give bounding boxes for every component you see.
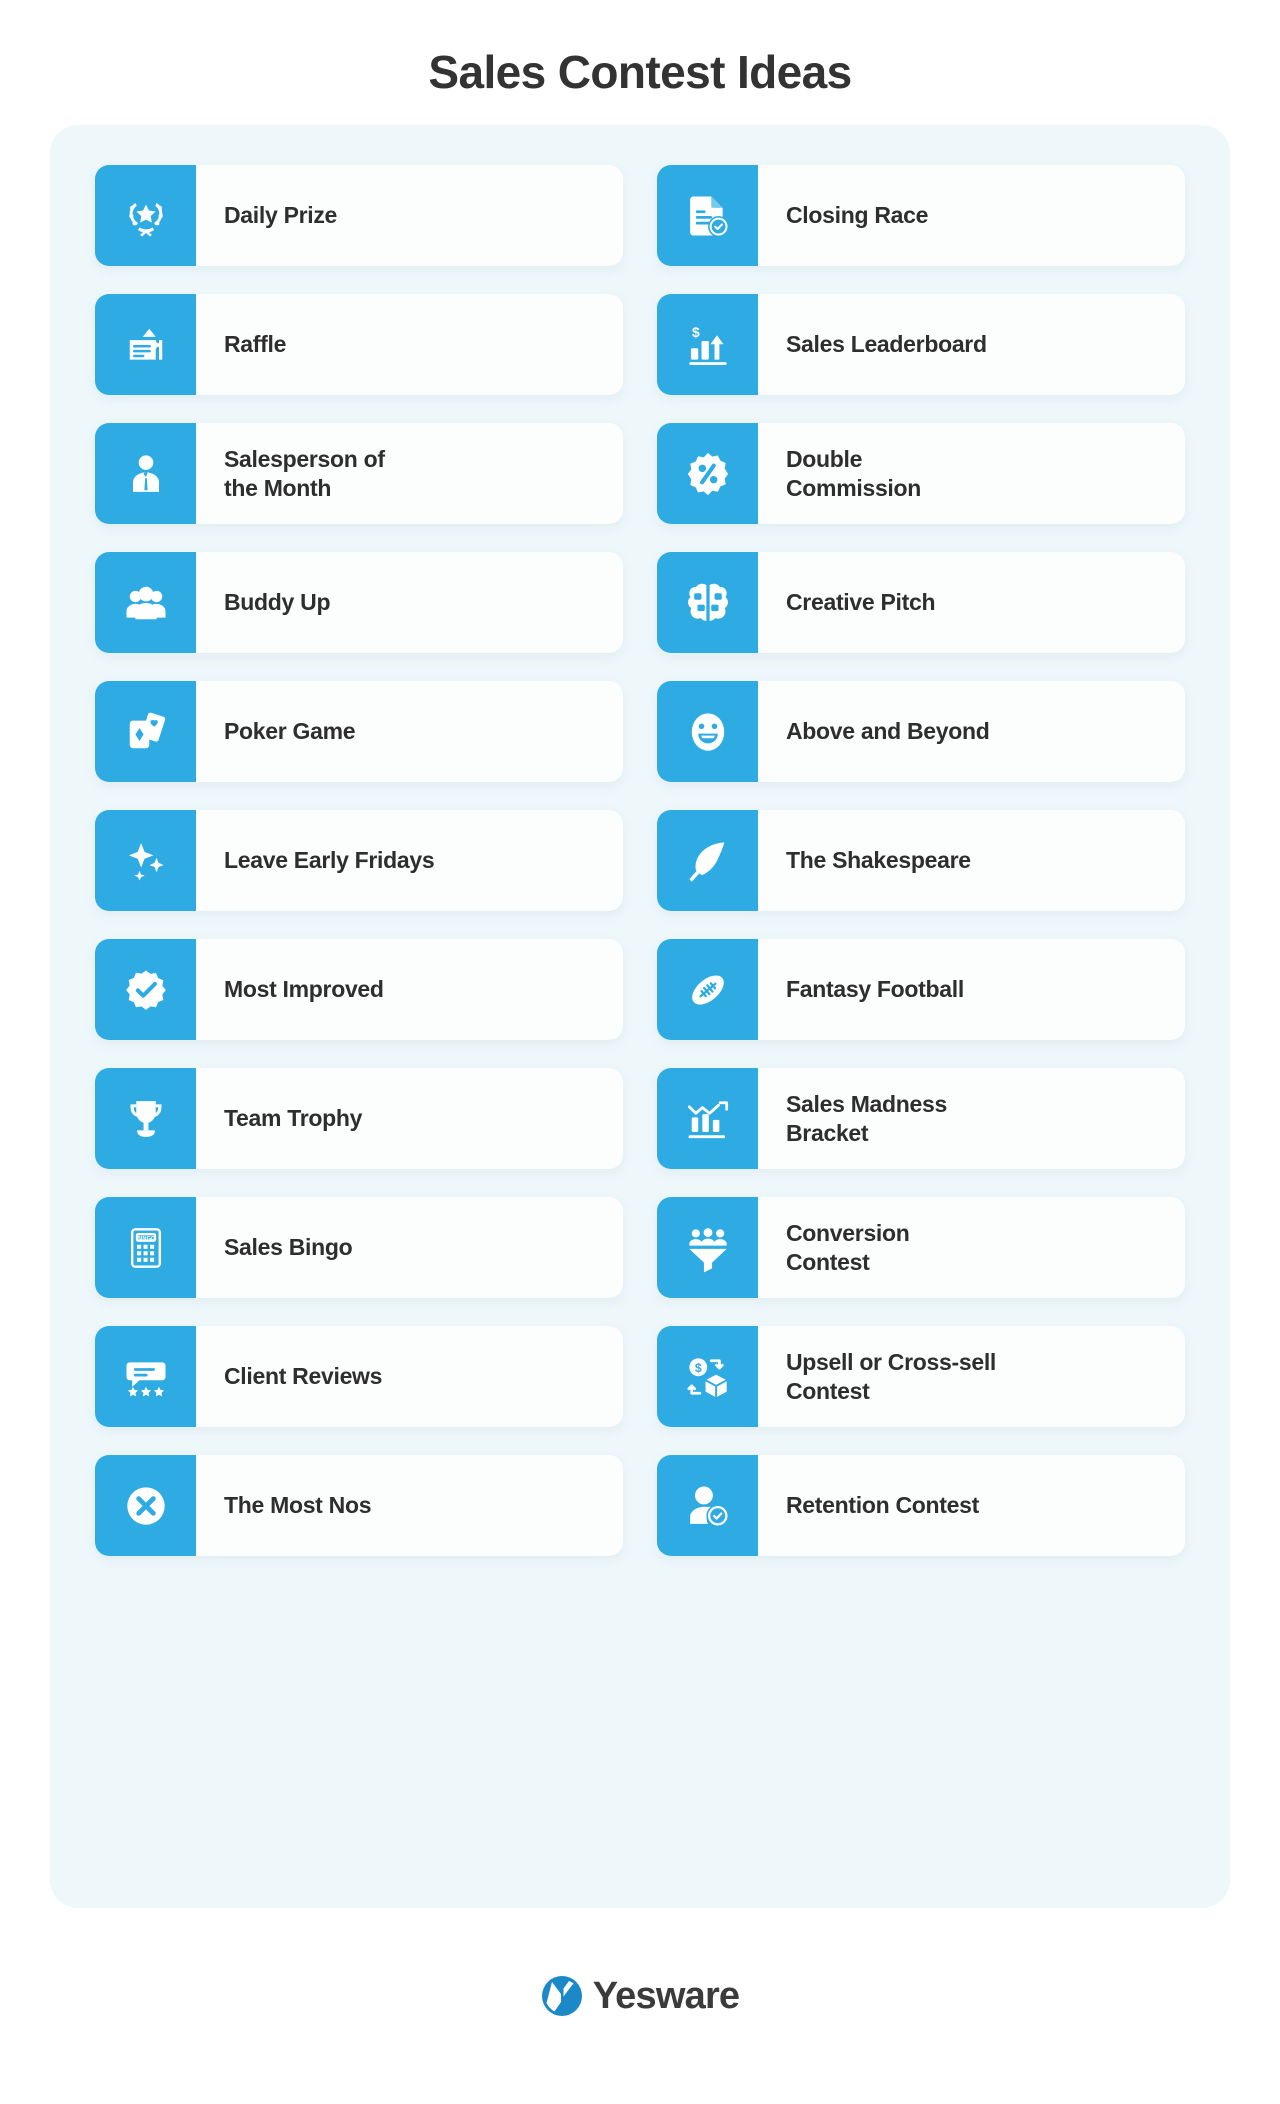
contest-card[interactable]: Client Reviews: [95, 1326, 623, 1427]
trophy-icon: [95, 1068, 196, 1169]
contest-card[interactable]: The Most Nos: [95, 1455, 623, 1556]
contest-card[interactable]: Buddy Up: [95, 552, 623, 653]
contest-card-label: Client Reviews: [224, 1363, 383, 1390]
footer-brand: Yesware: [0, 1975, 1280, 2017]
contest-card[interactable]: Retention Contest: [657, 1455, 1185, 1556]
contest-card[interactable]: $ Upsell or Cross-sell Contest: [657, 1326, 1185, 1427]
yesware-logo-icon: [541, 1975, 583, 2017]
brain-puzzle-icon: [657, 552, 758, 653]
football-icon: [657, 939, 758, 1040]
playing-cards-icon: [95, 681, 196, 782]
contest-card[interactable]: Fantasy Football: [657, 939, 1185, 1040]
contest-card-label: Leave Early Fridays: [224, 847, 435, 874]
businessperson-icon: [95, 423, 196, 524]
contest-card[interactable]: Leave Early Fridays: [95, 810, 623, 911]
contest-card[interactable]: $ Sales Leaderboard: [657, 294, 1185, 395]
contest-card-label: Daily Prize: [224, 202, 338, 229]
contest-card[interactable]: Conversion Contest: [657, 1197, 1185, 1298]
contest-card-label: The Shakespeare: [786, 847, 971, 874]
infographic-page: Sales Contest Ideas Daily Prize Raffle S…: [0, 0, 1280, 2104]
contest-card-label: Sales Madness Bracket: [786, 1090, 948, 1146]
svg-text:$: $: [694, 1361, 701, 1375]
contest-card[interactable]: Sales Madness Bracket: [657, 1068, 1185, 1169]
badge-check-icon: [95, 939, 196, 1040]
contest-card[interactable]: Most Improved: [95, 939, 623, 1040]
contest-card[interactable]: Raffle: [95, 294, 623, 395]
contest-card-label: Poker Game: [224, 718, 356, 745]
percent-badge-icon: [657, 423, 758, 524]
contest-card[interactable]: Salesperson of the Month: [95, 423, 623, 524]
contest-card[interactable]: BINGO Sales Bingo: [95, 1197, 623, 1298]
brand-name: Yesware: [592, 1975, 740, 2017]
contest-card[interactable]: Closing Race: [657, 165, 1185, 266]
contest-card-label: Double Commission: [786, 445, 922, 501]
cards-grid: Daily Prize Raffle Salesperson of the Mo…: [95, 165, 1185, 1556]
bingo-card-icon: BINGO: [95, 1197, 196, 1298]
contest-card[interactable]: Daily Prize: [95, 165, 623, 266]
feather-quill-icon: [657, 810, 758, 911]
contest-card[interactable]: Creative Pitch: [657, 552, 1185, 653]
left-column: Daily Prize Raffle Salesperson of the Mo…: [95, 165, 623, 1556]
contest-card-label: Above and Beyond: [786, 718, 990, 745]
conversion-funnel-icon: [657, 1197, 758, 1298]
contest-card-label: Upsell or Cross-sell Contest: [786, 1348, 997, 1404]
person-check-icon: [657, 1455, 758, 1556]
contest-card-label: Buddy Up: [224, 589, 331, 616]
raffle-ticket-icon: [95, 294, 196, 395]
contest-card-label: Raffle: [224, 331, 287, 358]
contest-card[interactable]: Poker Game: [95, 681, 623, 782]
contest-card[interactable]: Above and Beyond: [657, 681, 1185, 782]
contest-card-label: Creative Pitch: [786, 589, 936, 616]
svg-text:BINGO: BINGO: [136, 1235, 155, 1241]
contest-card[interactable]: Double Commission: [657, 423, 1185, 524]
contest-card-label: Salesperson of the Month: [224, 445, 385, 501]
laurel-star-icon: [95, 165, 196, 266]
money-box-exchange-icon: $: [657, 1326, 758, 1427]
contest-card-label: Most Improved: [224, 976, 384, 1003]
contest-card-label: Fantasy Football: [786, 976, 964, 1003]
review-stars-icon: [95, 1326, 196, 1427]
contest-card-label: Team Trophy: [224, 1105, 363, 1132]
contest-card-label: Sales Leaderboard: [786, 331, 987, 358]
content-panel: Daily Prize Raffle Salesperson of the Mo…: [50, 125, 1230, 1908]
people-group-icon: [95, 552, 196, 653]
document-check-icon: [657, 165, 758, 266]
contest-card[interactable]: Team Trophy: [95, 1068, 623, 1169]
contest-card-label: Retention Contest: [786, 1492, 979, 1519]
svg-text:$: $: [691, 323, 699, 339]
contest-card-label: Closing Race: [786, 202, 929, 229]
bar-chart-arrow-icon: [657, 1068, 758, 1169]
right-column: Closing Race $ Sales Leaderboard Double …: [657, 165, 1185, 1556]
smiley-face-icon: [657, 681, 758, 782]
x-circle-icon: [95, 1455, 196, 1556]
dollar-bar-chart-icon: $: [657, 294, 758, 395]
contest-card-label: Conversion Contest: [786, 1219, 910, 1275]
contest-card[interactable]: The Shakespeare: [657, 810, 1185, 911]
contest-card-label: The Most Nos: [224, 1492, 372, 1519]
contest-card-label: Sales Bingo: [224, 1234, 353, 1261]
sparkles-icon: [95, 810, 196, 911]
page-title: Sales Contest Ideas: [428, 46, 852, 98]
